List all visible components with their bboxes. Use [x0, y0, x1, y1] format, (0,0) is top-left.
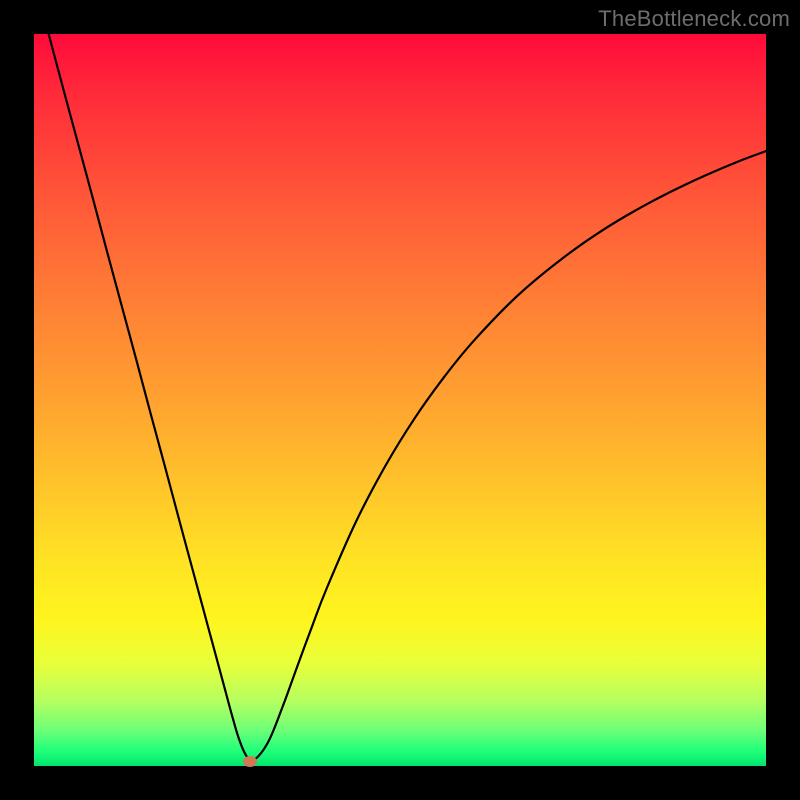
- chart-frame: TheBottleneck.com: [0, 0, 800, 800]
- curve-svg: [34, 34, 766, 766]
- bottleneck-curve: [49, 34, 766, 761]
- watermark-text: TheBottleneck.com: [598, 6, 790, 32]
- plot-area: [34, 34, 766, 766]
